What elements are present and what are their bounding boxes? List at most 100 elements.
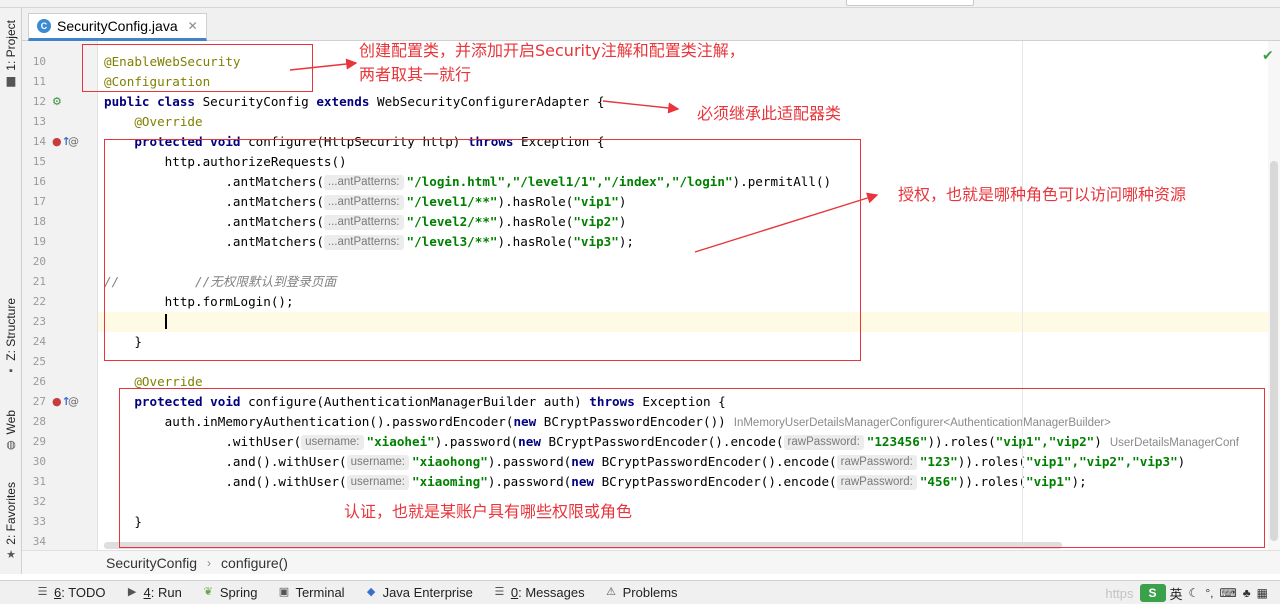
line-number: 13 — [32, 115, 46, 128]
line-number: 31 — [32, 475, 46, 488]
tool-label: Spring — [219, 585, 258, 600]
gutter: 10 11 12 13 14 15 16 17 18 19 20 21 22 2… — [22, 41, 98, 550]
annotation-box-authorization — [104, 139, 861, 361]
tool-spring[interactable]: ❦ Spring — [202, 585, 258, 600]
line-number: 27 — [32, 395, 46, 408]
watermark-text: https — [1105, 585, 1134, 601]
tool-label: Java Enterprise — [382, 585, 473, 600]
line-number: 26 — [32, 375, 46, 388]
annotation-note-authorization: 授权，也就是哪种角色可以访问哪种资源 — [898, 185, 1187, 204]
tool-favorites[interactable]: 2: Favorites ★ — [0, 482, 22, 561]
inspection-ok-icon[interactable]: ✔ — [1262, 47, 1274, 64]
java-class-icon: C — [37, 19, 51, 33]
left-tool-strip: 1: Project ▆ Z: Structure ▪ Web ◍ 2: Fav… — [0, 8, 22, 574]
annotation-note-authentication: 认证，也就是某账户具有哪些权限或角色 — [344, 502, 633, 521]
tab-securityconfig[interactable]: C SecurityConfig.java ✕ — [28, 13, 207, 41]
override-annotation: @Override — [134, 114, 203, 129]
tool-project-label: 1: Project — [4, 20, 18, 71]
tool-favorites-label: 2: Favorites — [4, 482, 18, 545]
tool-num: 6 — [54, 585, 62, 600]
line-number: 10 — [32, 55, 46, 68]
java-icon: ◆ — [366, 586, 376, 598]
globe-icon: ◍ — [6, 438, 16, 451]
star-icon: ★ — [6, 549, 16, 562]
keyboard-icon[interactable]: ⌨ — [1219, 586, 1236, 600]
tool-label: : TODO — [61, 585, 106, 600]
line-number: 34 — [32, 535, 46, 548]
list-icon: ☰ — [37, 586, 48, 598]
ime-language[interactable]: 英 — [1170, 584, 1183, 603]
breadcrumb: SecurityConfig › configure() — [22, 550, 1280, 574]
line-number: 17 — [32, 195, 46, 208]
chevron-right-icon: › — [207, 555, 212, 570]
skin-icon[interactable]: ♣ — [1243, 586, 1251, 600]
class-name: SecurityConfig — [195, 94, 317, 109]
messages-icon: ☰ — [494, 586, 505, 598]
tool-label: : Messages — [518, 585, 585, 600]
line-number: 23 — [32, 315, 46, 328]
line-number: 11 — [32, 75, 46, 88]
line-number: 12 — [32, 95, 46, 108]
tool-terminal[interactable]: ▣ Terminal — [277, 585, 345, 600]
code-line-12: public class SecurityConfig extends WebS… — [104, 92, 604, 112]
main-toolbar — [0, 0, 1280, 8]
scroll-thumb[interactable] — [1270, 161, 1278, 541]
line-number: 29 — [32, 435, 46, 448]
close-icon[interactable]: ✕ — [188, 19, 198, 33]
override-annotation-icon: @ — [68, 395, 79, 408]
tool-messages[interactable]: ☰ 0: Messages — [493, 585, 585, 600]
annotation-note-config: 创建配置类，并添加开启Security注解和配置类注解， — [359, 41, 745, 60]
bottom-tool-bar: ☰ 6: TODO ▶ 4: Run ❦ Spring ▣ Terminal ◆ Java… — [0, 580, 1280, 604]
tool-java-enterprise[interactable]: ◆ Java Enterprise — [365, 585, 473, 600]
tool-web-label: Web — [4, 410, 18, 435]
tool-project[interactable]: 1: Project ▆ — [0, 20, 22, 87]
line-number: 33 — [32, 515, 46, 528]
annotation-note-config-2: 两者取其一就行 — [359, 65, 472, 84]
run-class-icon[interactable]: ⚙ — [52, 92, 62, 112]
punctuation-icon[interactable]: °, — [1205, 586, 1213, 600]
line-number: 25 — [32, 355, 46, 368]
line-number: 30 — [32, 455, 46, 468]
moon-icon[interactable]: ☾ — [1189, 586, 1200, 600]
keyword: extends — [316, 94, 370, 109]
ime-logo[interactable]: S — [1139, 584, 1166, 602]
keyword: public class — [104, 94, 195, 109]
tool-web[interactable]: Web ◍ — [0, 410, 22, 451]
override-annotation-icon: @ — [68, 135, 79, 148]
tool-run[interactable]: ▶ 4: Run — [126, 585, 182, 600]
tab-label: SecurityConfig.java — [57, 18, 178, 34]
code-line-13: @Override — [104, 112, 203, 132]
line-number: 16 — [32, 175, 46, 188]
tool-structure-label: Z: Structure — [4, 298, 18, 361]
tool-label: : Run — [150, 585, 182, 600]
line-number: 32 — [32, 495, 46, 508]
tool-problems[interactable]: ⚠ Problems — [605, 585, 678, 600]
line-number: 21 — [32, 275, 46, 288]
line-number: 14 — [32, 135, 46, 148]
breadcrumb-method[interactable]: configure() — [221, 555, 288, 571]
editor-tab-bar: C SecurityConfig.java ✕ — [22, 8, 1280, 41]
base-class: WebSecurityConfigurerAdapter { — [369, 94, 605, 109]
vertical-scrollbar[interactable] — [1268, 41, 1280, 550]
override-annotation: @Override — [134, 374, 203, 389]
line-number: 24 — [32, 335, 46, 348]
terminal-icon: ▣ — [278, 586, 290, 598]
toolbar-run-config-field[interactable] — [846, 0, 974, 6]
tool-todo[interactable]: ☰ 6: TODO — [36, 585, 106, 600]
tool-label: Problems — [622, 585, 678, 600]
line-number: 28 — [32, 415, 46, 428]
annotation-box-annotations — [82, 44, 313, 92]
line-number: 20 — [32, 255, 46, 268]
annotation-box-authentication — [119, 388, 1265, 548]
line-number: 15 — [32, 155, 46, 168]
tool-structure[interactable]: Z: Structure ▪ — [0, 298, 22, 377]
breadcrumb-class[interactable]: SecurityConfig — [106, 555, 197, 571]
folder-icon: ▆ — [6, 75, 16, 88]
annotation-note-adapter: 必须继承此适配器类 — [697, 104, 842, 123]
tool-num: 0 — [510, 585, 519, 600]
line-number: 18 — [32, 215, 46, 228]
warning-icon: ⚠ — [606, 586, 617, 598]
grid-icon[interactable]: ▦ — [1257, 586, 1268, 600]
structure-icon: ▪ — [9, 364, 13, 377]
line-number: 19 — [32, 235, 46, 248]
